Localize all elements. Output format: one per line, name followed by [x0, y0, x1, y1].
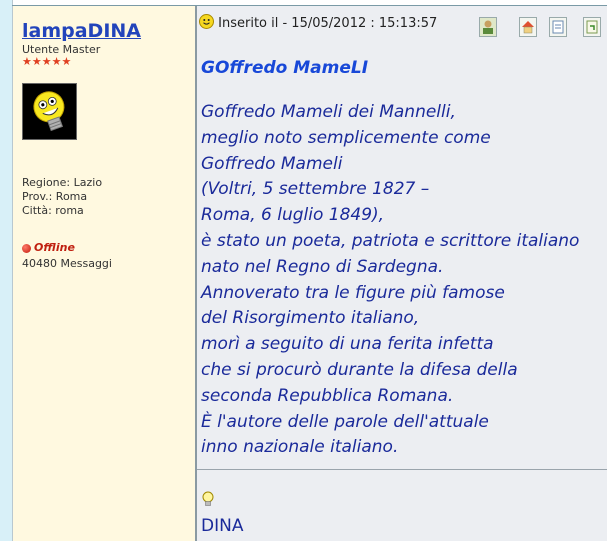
post-line: seconda Repubblica Romana. — [201, 385, 454, 406]
post-body: GOffredo MameLI Goffredo Mameli dei Mann… — [201, 58, 607, 461]
post-panel: Inserito il - 15/05/2012 : 15:13:57 GOff… — [197, 6, 607, 541]
user-province: Prov.: Roma — [22, 190, 88, 203]
user-region: Regione: Lazio — [22, 176, 103, 189]
post-line: inno nazionale italiano. — [201, 437, 399, 458]
quote-icon[interactable] — [583, 17, 601, 37]
lightbulb-icon — [202, 491, 214, 513]
user-profile-icon[interactable] — [479, 17, 497, 37]
status-text: Offline — [34, 241, 75, 254]
smiley-icon — [199, 14, 214, 29]
user-city: Città: roma — [22, 204, 84, 217]
rank-stars: ★★★★★ — [22, 55, 72, 68]
post-line: È l'autore delle parole dell'attuale — [201, 411, 489, 432]
post-title: GOffredo MameLI — [201, 58, 369, 78]
left-margin-strip — [0, 0, 13, 541]
lightbulb-avatar-icon — [33, 91, 65, 132]
post-line: nato nel Regno di Sardegna. — [201, 256, 444, 277]
post-header: Inserito il - 15/05/2012 : 15:13:57 — [199, 14, 607, 40]
signature-text: DINA — [201, 516, 244, 536]
message-count: 40480 Messaggi — [22, 257, 112, 270]
post-line: Annoverato tra le figure più famose — [201, 282, 505, 303]
post-date: Inserito il - 15/05/2012 : 15:13:57 — [218, 16, 438, 31]
post-line: che si procurò durante la difesa della — [201, 359, 518, 380]
edit-icon[interactable] — [549, 17, 567, 37]
post-line: del Risorgimento italiano, — [201, 308, 420, 329]
post-line: (Voltri, 5 settembre 1827 – — [201, 179, 430, 200]
post-line: è stato un poeta, patriota e scrittore i… — [201, 230, 580, 251]
post-line: meglio noto semplicemente come — [201, 127, 491, 148]
home-icon[interactable] — [519, 17, 537, 37]
post-line: Roma, 6 luglio 1849), — [201, 205, 385, 226]
offline-dot-icon — [22, 243, 31, 253]
avatar — [22, 83, 77, 140]
post-line: Goffredo Mameli dei Mannelli, — [201, 102, 456, 122]
post-line: morì a seguito di una ferita infetta — [201, 334, 494, 355]
status-badge: Offline — [22, 241, 75, 254]
signature-separator — [197, 469, 607, 470]
post-line: Goffredo Mameli — [201, 153, 343, 174]
username-link[interactable]: lampaDINA — [22, 20, 141, 42]
user-info-panel: lampaDINA Utente Master ★★★★★ Regione: L… — [13, 6, 195, 541]
